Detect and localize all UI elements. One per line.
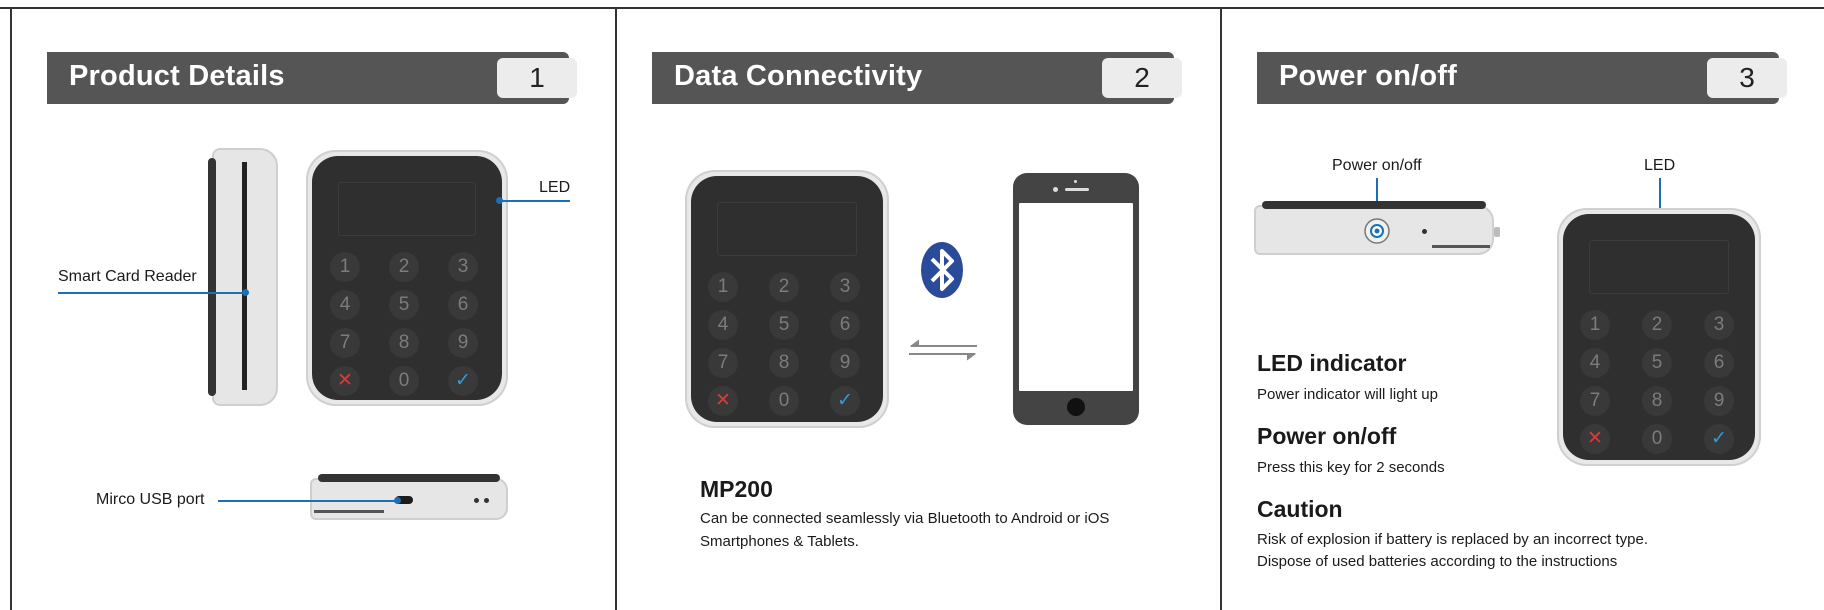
panel-title: Product Details [69, 60, 285, 92]
panel-number: 2 [1102, 58, 1182, 98]
connectivity-description-line1: Can be connected seamlessly via Bluetoot… [700, 510, 1110, 527]
key-4: 4 [330, 290, 360, 320]
usb-port-label: Mirco USB port [96, 491, 205, 508]
key-3: 3 [830, 272, 860, 302]
led-indicator-text: Power indicator will light up [1257, 386, 1438, 403]
led-label: LED [539, 179, 571, 196]
key-8: 8 [769, 348, 799, 378]
key-confirm: ✓ [1704, 424, 1734, 454]
key-2: 2 [389, 252, 419, 282]
connectivity-description-line2: Smartphones & Tablets. [700, 533, 859, 550]
device-front-view: 1 2 3 4 5 6 7 8 9 ✕ 0 ✓ [1557, 208, 1761, 466]
device-screen [1589, 240, 1729, 294]
key-4: 4 [708, 310, 738, 340]
key-4: 4 [1580, 348, 1610, 378]
key-1: 1 [708, 272, 738, 302]
key-5: 5 [769, 310, 799, 340]
key-9: 9 [830, 348, 860, 378]
power-button-label: Power on/off [1332, 157, 1422, 174]
key-cancel: ✕ [1580, 424, 1610, 454]
key-2: 2 [769, 272, 799, 302]
smartphone-icon [1013, 173, 1139, 425]
key-cancel: ✕ [708, 386, 738, 416]
panel-product-details: Product Details 1 1 2 3 4 5 6 7 8 9 ✕ 0 … [0, 0, 615, 610]
panel-header: Power on/off 3 [1257, 52, 1824, 104]
key-0: 0 [769, 386, 799, 416]
key-2: 2 [1642, 310, 1672, 340]
key-confirm: ✓ [448, 366, 478, 396]
device-face: 1 2 3 4 5 6 7 8 9 ✕ 0 ✓ [691, 176, 883, 422]
panel-header: Data Connectivity 2 [652, 52, 1222, 104]
device-screen [717, 202, 857, 256]
key-3: 3 [1704, 310, 1734, 340]
key-1: 1 [1580, 310, 1610, 340]
usb-callout-line [218, 500, 398, 502]
caution-heading: Caution [1257, 496, 1343, 522]
device-side-view [208, 148, 278, 406]
card-reader-callout-dot [242, 289, 249, 296]
led-label: LED [1644, 157, 1676, 174]
key-6: 6 [448, 290, 478, 320]
model-title: MP200 [700, 476, 773, 502]
key-3: 3 [448, 252, 478, 282]
key-6: 6 [1704, 348, 1734, 378]
key-7: 7 [1580, 386, 1610, 416]
key-0: 0 [389, 366, 419, 396]
key-5: 5 [1642, 348, 1672, 378]
bluetooth-icon [920, 241, 964, 299]
key-confirm: ✓ [830, 386, 860, 416]
panel-power: Power on/off 3 Power on/off LED 1 2 3 4 … [1222, 0, 1824, 610]
key-7: 7 [330, 328, 360, 358]
device-front-view: 1 2 3 4 5 6 7 8 9 ✕ 0 ✓ [685, 170, 889, 428]
key-6: 6 [830, 310, 860, 340]
device-face: 1 2 3 4 5 6 7 8 9 ✕ 0 ✓ [312, 156, 502, 400]
panel-data-connectivity: Data Connectivity 2 1 2 3 4 5 6 7 8 9 ✕ … [617, 0, 1220, 610]
power-button-icon [1363, 217, 1391, 245]
panel-header: Product Details 1 [47, 52, 617, 104]
key-0: 0 [1642, 424, 1672, 454]
key-9: 9 [1704, 386, 1734, 416]
power-text: Press this key for 2 seconds [1257, 459, 1445, 476]
panel-title: Power on/off [1279, 60, 1458, 92]
panel-title: Data Connectivity [674, 60, 923, 92]
usb-callout-dot [394, 497, 401, 504]
led-callout-dot [496, 197, 503, 204]
key-8: 8 [1642, 386, 1672, 416]
power-heading: Power on/off [1257, 423, 1397, 449]
panel-number: 3 [1707, 58, 1787, 98]
device-screen [338, 182, 476, 236]
key-1: 1 [330, 252, 360, 282]
key-5: 5 [389, 290, 419, 320]
led-callout-line [500, 200, 570, 202]
card-reader-label: Smart Card Reader [58, 268, 197, 285]
led-callout-line [1659, 178, 1661, 212]
key-8: 8 [389, 328, 419, 358]
panel-number: 1 [497, 58, 577, 98]
key-cancel: ✕ [330, 366, 360, 396]
led-indicator-heading: LED indicator [1257, 350, 1407, 376]
card-reader-callout-line [58, 292, 246, 294]
caution-line1: Risk of explosion if battery is replaced… [1257, 531, 1649, 548]
key-7: 7 [708, 348, 738, 378]
device-front-view: 1 2 3 4 5 6 7 8 9 ✕ 0 ✓ [306, 150, 508, 406]
caution-line2: Dispose of used batteries according to t… [1257, 553, 1618, 570]
sync-arrows-icon [907, 338, 979, 362]
device-bottom-view [310, 474, 508, 520]
device-face: 1 2 3 4 5 6 7 8 9 ✕ 0 ✓ [1563, 214, 1755, 460]
key-9: 9 [448, 328, 478, 358]
